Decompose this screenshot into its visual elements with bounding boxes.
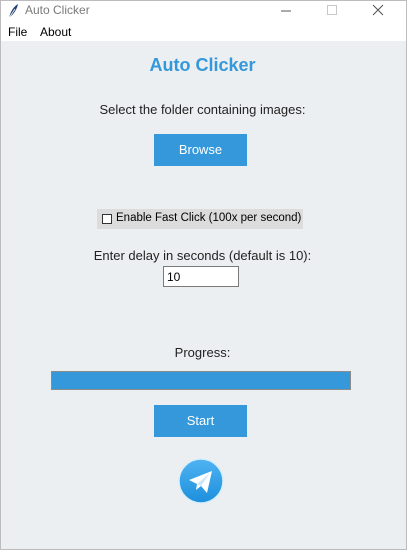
progress-label: Progress: — [174, 345, 231, 360]
title-bar[interactable]: Auto Clicker — [1, 1, 406, 21]
feather-icon — [6, 3, 20, 19]
fast-click-label: Enable Fast Click (100x per second) — [116, 212, 302, 224]
minimize-button[interactable] — [271, 1, 301, 21]
fast-click-checkbox[interactable]: Enable Fast Click (100x per second) — [97, 209, 303, 229]
checkbox-box[interactable] — [102, 214, 112, 224]
delay-input[interactable]: 10 — [163, 266, 239, 287]
maximize-icon — [327, 5, 337, 15]
window-title: Auto Clicker — [25, 3, 90, 17]
app-window: Auto Clicker File About Auto Clicker Sel… — [0, 0, 407, 550]
app-heading: Auto Clicker — [149, 55, 256, 75]
menu-about[interactable]: About — [40, 25, 71, 39]
browse-button[interactable]: Browse — [154, 134, 247, 166]
close-button[interactable] — [363, 1, 393, 21]
folder-prompt: Select the folder containing images: — [99, 102, 306, 117]
progress-bar — [51, 371, 351, 390]
delay-prompt: Enter delay in seconds (default is 10): — [93, 248, 312, 263]
menu-bar: File About — [1, 21, 406, 41]
minimize-icon — [281, 10, 291, 12]
progress-fill — [52, 372, 350, 389]
menu-file[interactable]: File — [8, 25, 27, 39]
close-icon — [372, 4, 384, 16]
telegram-icon[interactable] — [177, 457, 225, 505]
maximize-button[interactable] — [317, 1, 347, 21]
start-button[interactable]: Start — [154, 405, 247, 437]
